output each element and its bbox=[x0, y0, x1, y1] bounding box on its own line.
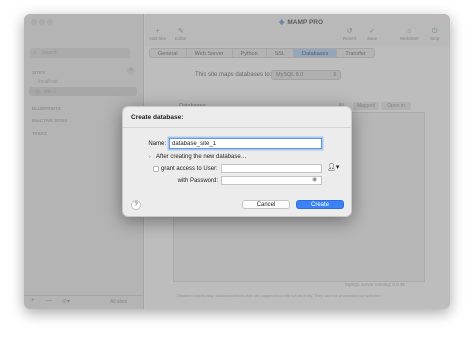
user-input[interactable] bbox=[221, 164, 322, 173]
create-button[interactable]: Create bbox=[296, 200, 344, 209]
dialog-divider bbox=[123, 127, 351, 128]
grant-access-checkbox[interactable] bbox=[153, 166, 159, 172]
password-input[interactable] bbox=[221, 176, 322, 185]
dialog-title: Create database: bbox=[131, 114, 184, 121]
user-picker-icon[interactable]: 👤︎▾ bbox=[327, 163, 339, 171]
grant-access-label: grant access to User: bbox=[161, 166, 218, 172]
eye-icon[interactable]: ◉ bbox=[312, 176, 317, 183]
disclosure-chevron-icon[interactable]: › bbox=[149, 154, 151, 160]
create-database-dialog: Create database: Name: › After creating … bbox=[122, 106, 352, 217]
after-creating-label: After creating the new database… bbox=[156, 154, 247, 160]
name-label: Name: bbox=[148, 141, 166, 147]
help-button[interactable]: ? bbox=[131, 200, 141, 210]
cancel-button[interactable]: Cancel bbox=[242, 200, 290, 209]
password-label: with Password: bbox=[177, 178, 218, 184]
database-name-input[interactable] bbox=[169, 138, 322, 149]
